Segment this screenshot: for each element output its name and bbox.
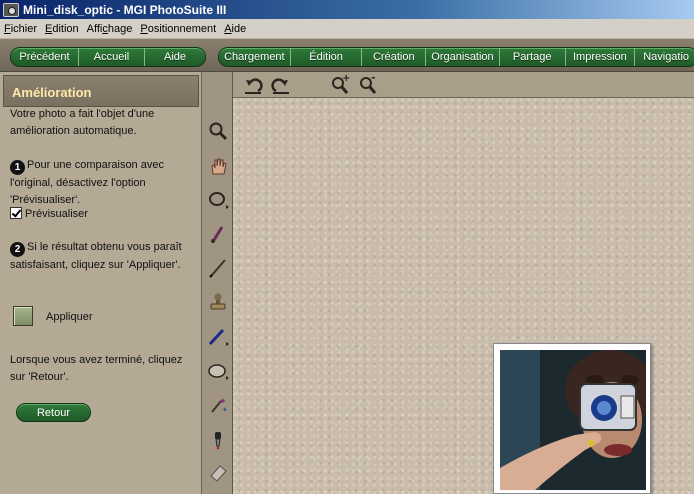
step-1: 1 Pour une comparaison avec l'original, d…	[10, 157, 195, 209]
nav-creation-button[interactable]: Création	[362, 48, 427, 66]
lasso-icon[interactable]	[206, 188, 230, 212]
menu-affichage[interactable]: Affichage	[83, 23, 137, 35]
menu-aide[interactable]: Aide	[220, 23, 250, 35]
panel-intro: Votre photo a fait l'objet d'une amélior…	[10, 108, 155, 137]
apply-label[interactable]: Appliquer	[46, 309, 92, 326]
preview-label: Prévisualiser	[25, 208, 88, 220]
rotate-left-icon[interactable]	[242, 74, 264, 96]
nav-impression-button[interactable]: Impression	[566, 48, 636, 66]
step-2-number: 2	[10, 242, 25, 257]
step-2-text: Si le résultat obtenu vous paraît satisf…	[10, 241, 182, 271]
enhancement-panel: Amélioration Votre photo a fait l'objet …	[0, 72, 202, 494]
nav-navigation-button[interactable]: Navigatio	[635, 48, 694, 66]
app-icon	[3, 2, 19, 17]
magic-wand-icon[interactable]: ✦ ✦	[206, 393, 230, 417]
stamp-icon[interactable]	[206, 289, 230, 313]
window-title: Mini_disk_optic - MGI PhotoSuite III	[23, 2, 227, 17]
line-icon[interactable]	[206, 325, 230, 349]
back-button[interactable]: Retour	[16, 403, 91, 422]
tool-strip: ✦ ✦	[202, 72, 233, 494]
nav-aide-button[interactable]: Aide	[145, 48, 205, 66]
preview-checkbox[interactable]	[10, 207, 22, 219]
dropper-icon[interactable]	[206, 428, 230, 452]
step-1-text: Pour une comparaison avec l'original, dé…	[10, 159, 164, 206]
svg-text:+: +	[342, 74, 350, 84]
panel-header: Amélioration	[3, 75, 199, 107]
svg-text:✦: ✦	[222, 406, 228, 414]
photo-image	[500, 350, 646, 490]
photo-thumbnail[interactable]	[493, 343, 651, 494]
nav-organisation-button[interactable]: Organisation	[426, 48, 500, 66]
menu-fichier[interactable]: Fichier	[0, 23, 41, 35]
hand-icon[interactable]	[206, 154, 230, 178]
nav-chargement-button[interactable]: Chargement	[219, 48, 291, 66]
nav-accueil-button[interactable]: Accueil	[79, 48, 145, 66]
brush-icon[interactable]	[206, 222, 230, 246]
eraser-icon[interactable]	[206, 460, 230, 484]
svg-text:-: -	[371, 74, 376, 84]
nav-group-left: Précédent Accueil Aide	[10, 47, 206, 67]
nav-precedent-button[interactable]: Précédent	[11, 48, 79, 66]
nav-edition-button[interactable]: Édition	[291, 48, 363, 66]
canvas-toolbar: + -	[233, 72, 694, 98]
step-2: 2 Si le résultat obtenu vous paraît satis…	[10, 239, 195, 274]
panel-title: Amélioration	[12, 85, 92, 100]
ellipse-icon[interactable]	[206, 359, 230, 383]
pen-icon[interactable]	[206, 256, 230, 280]
preview-checkbox-row[interactable]: Prévisualiser	[10, 206, 88, 223]
rotate-right-icon[interactable]	[270, 74, 292, 96]
zoom-in-icon[interactable]: +	[329, 74, 351, 96]
zoom-out-icon[interactable]: -	[357, 74, 379, 96]
menu-bar: Fichier Edition Affichage Positionnement…	[0, 19, 694, 38]
zoom-icon[interactable]	[206, 119, 230, 143]
title-bar: Mini_disk_optic - MGI PhotoSuite III	[0, 0, 694, 19]
navigation-bar: Précédent Accueil Aide Chargement Éditio…	[0, 38, 694, 72]
menu-edition[interactable]: Edition	[41, 23, 83, 35]
menu-positionnement[interactable]: Positionnement	[136, 23, 220, 35]
apply-button[interactable]	[13, 306, 33, 326]
panel-outro: Lorsque vous avez terminé, cliquez sur '…	[10, 354, 183, 383]
nav-partage-button[interactable]: Partage	[500, 48, 566, 66]
nav-group-right: Chargement Édition Création Organisation…	[218, 47, 694, 67]
step-1-number: 1	[10, 160, 25, 175]
